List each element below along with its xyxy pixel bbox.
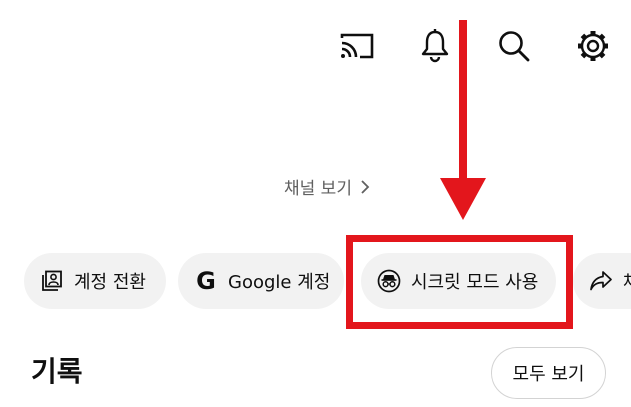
settings-gear-icon bbox=[578, 31, 608, 61]
switch-account-label: 계정 전환 bbox=[74, 272, 146, 293]
cast-icon bbox=[340, 33, 374, 59]
switch-account-icon bbox=[40, 269, 64, 293]
share-icon bbox=[589, 269, 613, 293]
youtube-account-page: 채널 보기 계정 전환 G Google 계정 시크릿 모드 사용 기록 모두 … bbox=[0, 0, 631, 407]
google-account-chip[interactable]: G Google 계정 bbox=[178, 253, 344, 309]
switch-account-chip[interactable]: 계정 전환 bbox=[24, 253, 166, 309]
cast-button[interactable] bbox=[337, 26, 377, 66]
share-channel-chip[interactable]: 채 bbox=[573, 253, 631, 309]
annotation-highlight-box bbox=[346, 235, 573, 329]
view-channel-link[interactable]: 채널 보기 bbox=[284, 174, 370, 199]
annotation-arrow-head bbox=[440, 178, 486, 220]
google-g-icon: G bbox=[196, 267, 216, 295]
google-account-label: Google 계정 bbox=[228, 272, 331, 293]
search-icon bbox=[499, 31, 530, 62]
view-channel-label: 채널 보기 bbox=[284, 179, 352, 199]
notifications-button[interactable] bbox=[415, 26, 455, 66]
settings-button[interactable] bbox=[573, 26, 613, 66]
history-section-title: 기록 bbox=[31, 355, 83, 388]
search-button[interactable] bbox=[494, 26, 534, 66]
view-all-history-button[interactable]: 모두 보기 bbox=[491, 347, 606, 399]
annotation-arrow-shaft bbox=[459, 20, 467, 182]
chevron-right-icon bbox=[361, 179, 370, 194]
notifications-bell-icon bbox=[421, 29, 449, 63]
share-channel-label: 채 bbox=[623, 268, 631, 294]
